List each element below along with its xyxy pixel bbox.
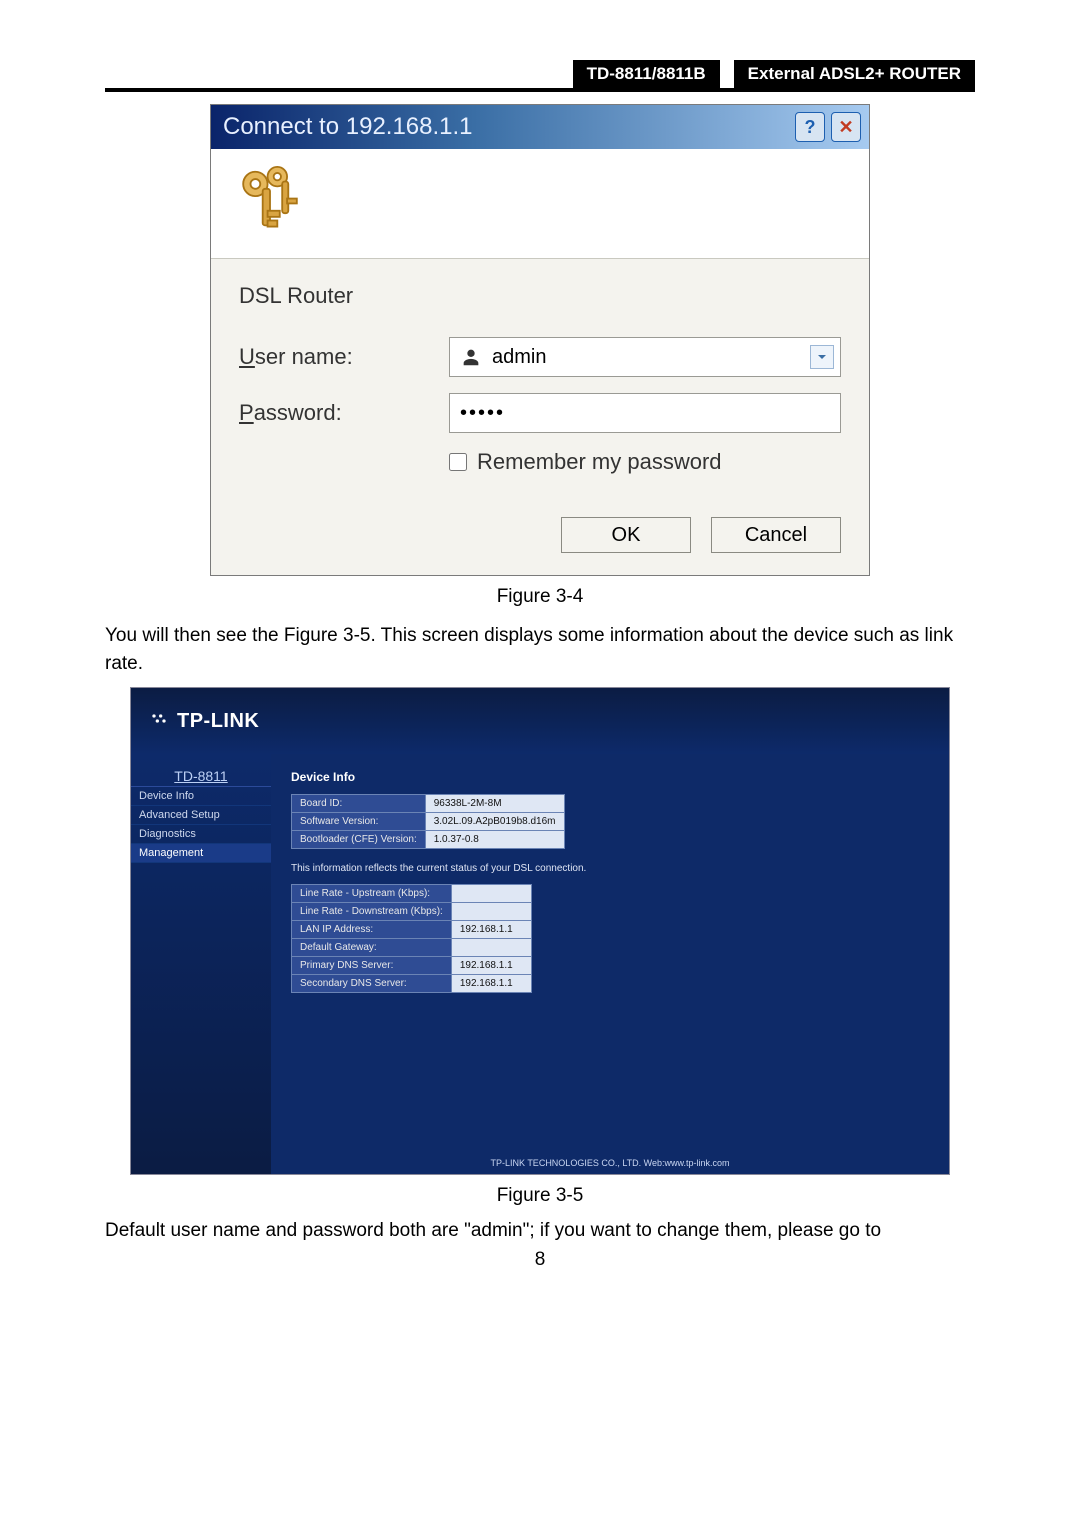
content-title: Device Info [291,770,929,784]
password-input[interactable] [460,402,830,425]
tplink-logo: TP-LINK [149,710,259,733]
keys-icon [231,162,309,245]
router-model: TD-8811 [131,754,271,787]
close-icon[interactable]: ✕ [831,112,861,142]
status-table: Line Rate - Upstream (Kbps):Line Rate - … [291,884,532,993]
cancel-button[interactable]: Cancel [711,517,841,553]
remember-label: Remember my password [477,449,722,475]
nav-item-device-info[interactable]: Device Info [131,787,271,806]
username-combobox[interactable] [449,337,841,377]
status-note: This information reflects the current st… [291,863,929,874]
router-banner: TP-LINK [131,688,949,754]
chevron-down-icon[interactable] [810,345,834,369]
nav-item-management[interactable]: Management [131,844,271,863]
header-right: External ADSL2+ ROUTER [734,60,975,88]
username-label: User name: [239,344,449,370]
dialog-title: Connect to 192.168.1.1 [223,113,473,141]
header-left: TD-8811/8811B [573,60,720,88]
figure-3-4-caption: Figure 3-4 [105,586,975,608]
password-field-wrap[interactable] [449,393,841,433]
page-number: 8 [105,1249,975,1271]
user-icon [460,346,482,368]
nav-item-advanced-setup[interactable]: Advanced Setup [131,806,271,825]
remember-checkbox[interactable] [449,453,467,471]
router-footer: TP-LINK TECHNOLOGIES CO., LTD. Web:www.t… [271,1154,949,1174]
router-content: Device Info Board ID:96338L-2M-8MSoftwar… [271,754,949,1174]
doc-header: TD-8811/8811B External ADSL2+ ROUTER [105,60,975,92]
router-nav: TD-8811 Device InfoAdvanced SetupDiagnos… [131,754,271,1174]
username-input[interactable] [492,346,810,369]
dialog-titlebar: Connect to 192.168.1.1 ? ✕ [211,105,869,149]
ok-button[interactable]: OK [561,517,691,553]
help-icon[interactable]: ? [795,112,825,142]
paragraph-2: Default user name and password both are … [105,1217,975,1245]
dialog-realm: DSL Router [239,283,841,309]
router-ui: TP-LINK TD-8811 Device InfoAdvanced Setu… [130,687,950,1175]
figure-3-5-caption: Figure 3-5 [105,1185,975,1207]
paragraph-1: You will then see the Figure 3-5. This s… [105,622,975,677]
password-label: Password: [239,400,449,426]
nav-item-diagnostics[interactable]: Diagnostics [131,825,271,844]
device-info-table: Board ID:96338L-2M-8MSoftware Version:3.… [291,794,565,849]
auth-dialog: Connect to 192.168.1.1 ? ✕ DSL Router Us… [210,104,870,576]
